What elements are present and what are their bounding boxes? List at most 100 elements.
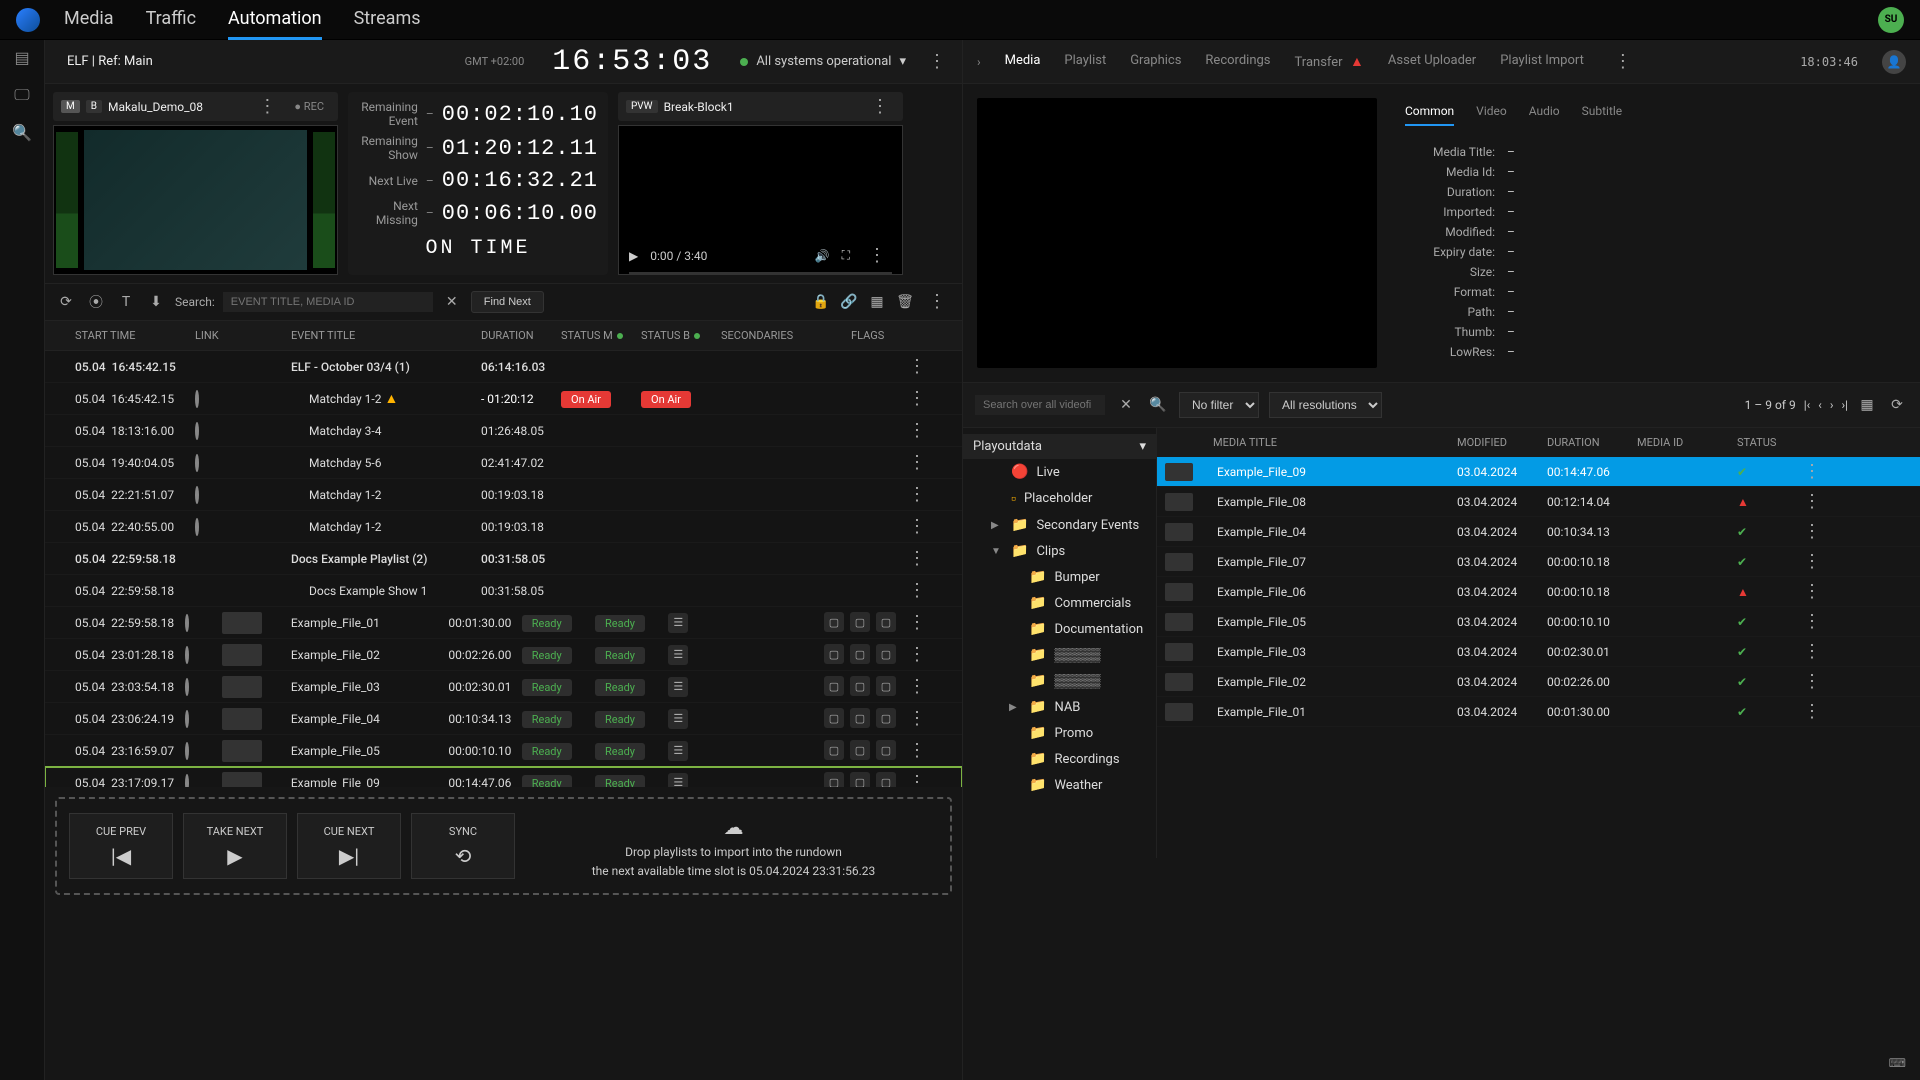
right-tab-recordings[interactable]: Recordings <box>1205 53 1270 70</box>
nav-automation[interactable]: Automation <box>228 0 322 40</box>
secondary-icon[interactable]: ☰ <box>668 645 688 665</box>
chevron-right-icon[interactable]: › <box>977 55 981 69</box>
secondary-icon[interactable]: ☰ <box>668 773 688 788</box>
media-row[interactable]: Example_File_0303.04.202400:02:30.01✔⋮ <box>1157 637 1920 667</box>
play-icon[interactable]: ▶ <box>629 249 638 263</box>
media-kebab[interactable]: ⋮ <box>1797 611 1827 632</box>
right-tab-transfer[interactable]: Transfer ▲ <box>1295 53 1364 70</box>
clear-media-search-icon[interactable]: ✕ <box>1115 394 1137 416</box>
row-kebab[interactable]: ⋮ <box>902 644 932 665</box>
row-kebab[interactable]: ⋮ <box>902 612 932 633</box>
action-icon-3[interactable]: ▢ <box>876 708 896 728</box>
media-kebab[interactable]: ⋮ <box>1797 701 1827 722</box>
meta-tab-subtitle[interactable]: Subtitle <box>1582 98 1623 126</box>
user-avatar[interactable]: SU <box>1878 7 1904 33</box>
tree-node[interactable]: 📁Promo <box>963 720 1156 746</box>
playlist-row[interactable]: 05.0423:16:59.07Example_File_05 00:00:10… <box>45 735 962 767</box>
page-next-icon[interactable]: › <box>1830 398 1834 412</box>
row-kebab[interactable]: ⋮ <box>902 356 932 377</box>
playlist-row[interactable]: 05.0423:03:54.18Example_File_03 00:02:30… <box>45 671 962 703</box>
media-kebab[interactable]: ⋮ <box>1797 671 1827 692</box>
playlist-row[interactable]: 05.0418:13:16.00Matchday 3-4 01:26:48.05… <box>45 415 962 447</box>
meta-tab-audio[interactable]: Audio <box>1529 98 1560 126</box>
fullscreen-icon[interactable]: ⛶ <box>842 248 850 263</box>
channel-kebab[interactable]: ⋮ <box>922 51 952 72</box>
keyboard-icon[interactable]: ⌨ <box>1889 1056 1906 1070</box>
media-kebab[interactable]: ⋮ <box>1797 551 1827 572</box>
app-logo[interactable] <box>16 8 40 32</box>
page-last-icon[interactable]: ›| <box>1841 398 1848 412</box>
action-icon-2[interactable]: ▢ <box>850 772 870 787</box>
meta-tab-video[interactable]: Video <box>1476 98 1507 126</box>
tree-node[interactable]: 📁▒▒▒▒▒ <box>963 668 1156 694</box>
system-status[interactable]: All systems operational ▾ <box>740 54 906 69</box>
playlist-row[interactable]: 05.0422:59:58.18Docs Example Show 1 00:3… <box>45 575 962 607</box>
tree-node[interactable]: 📁Weather <box>963 772 1156 798</box>
media-kebab[interactable]: ⋮ <box>1797 581 1827 602</box>
rec-button[interactable]: ● REC <box>288 100 330 113</box>
right-tab-graphics[interactable]: Graphics <box>1130 53 1181 70</box>
action-icon-3[interactable]: ▢ <box>876 772 896 787</box>
playlist-row[interactable]: 05.0419:40:04.05Matchday 5-6 02:41:47.02… <box>45 447 962 479</box>
row-kebab[interactable]: ⋮ <box>902 420 932 441</box>
playlist-row[interactable]: 05.0422:59:58.18Docs Example Playlist (2… <box>45 543 962 575</box>
right-tab-playlist[interactable]: Playlist <box>1064 53 1106 70</box>
action-icon-1[interactable]: ▢ <box>824 740 844 760</box>
take-next-button[interactable]: TAKE NEXT▶ <box>183 813 287 879</box>
volume-icon[interactable]: 🔊 <box>815 249 830 263</box>
playlist-row[interactable]: 05.0422:40:55.00Matchday 1-2 00:19:03.18… <box>45 511 962 543</box>
download-icon[interactable]: ⬇ <box>145 291 167 313</box>
grid-view-icon[interactable]: ▦ <box>1856 394 1878 416</box>
action-icon-2[interactable]: ▢ <box>850 612 870 632</box>
row-kebab[interactable]: ⋮ <box>902 516 932 537</box>
media-row[interactable]: Example_File_0703.04.202400:00:10.18✔⋮ <box>1157 547 1920 577</box>
target-icon[interactable]: ⦿ <box>85 291 107 313</box>
nav-media[interactable]: Media <box>64 0 114 40</box>
search-submit-icon[interactable]: 🔍 <box>1147 394 1169 416</box>
tree-node[interactable]: 📁Commercials <box>963 590 1156 616</box>
tree-node[interactable]: ▶📁NAB <box>963 694 1156 720</box>
action-icon-1[interactable]: ▢ <box>824 708 844 728</box>
sync-button[interactable]: SYNC⟲ <box>411 813 515 879</box>
tree-node[interactable]: ▼📁Clips <box>963 538 1156 564</box>
right-tab-asset-uploader[interactable]: Asset Uploader <box>1388 53 1476 70</box>
media-row[interactable]: Example_File_0803.04.202400:12:14.04▲⋮ <box>1157 487 1920 517</box>
row-kebab[interactable]: ⋮ <box>902 676 932 697</box>
user-icon[interactable]: 👤 <box>1882 50 1906 74</box>
action-icon-2[interactable]: ▢ <box>850 676 870 696</box>
nav-streams[interactable]: Streams <box>354 0 421 40</box>
action-icon-3[interactable]: ▢ <box>876 676 896 696</box>
action-icon-1[interactable]: ▢ <box>824 644 844 664</box>
preview-kebab[interactable]: ⋮ <box>865 96 895 117</box>
card-icon[interactable]: ▤ <box>14 48 29 67</box>
row-kebab[interactable]: ⋮ <box>902 580 932 601</box>
media-row[interactable]: Example_File_0403.04.202400:10:34.13✔⋮ <box>1157 517 1920 547</box>
secondary-icon[interactable]: ☰ <box>668 613 688 633</box>
progress-bar[interactable] <box>629 272 892 275</box>
playlist-row[interactable]: 05.0416:45:42.15Matchday 1-2 ▲- 01:20:12… <box>45 383 962 415</box>
trash-icon[interactable]: 🗑 <box>894 291 916 313</box>
preview-video[interactable]: ▶ 0:00 / 3:40 🔊 ⛶ ⋮ <box>618 125 903 275</box>
row-kebab[interactable]: ⋮ <box>902 388 932 409</box>
playlist-row[interactable]: 05.0423:01:28.18Example_File_02 00:02:26… <box>45 639 962 671</box>
program-video[interactable] <box>53 125 338 275</box>
page-first-icon[interactable]: |‹ <box>1804 398 1811 412</box>
action-icon-1[interactable]: ▢ <box>824 612 844 632</box>
row-kebab[interactable]: ⋮ <box>902 452 932 473</box>
meta-tab-common[interactable]: Common <box>1405 98 1454 126</box>
search-icon[interactable]: 🔍 <box>12 123 32 142</box>
media-row[interactable]: Example_File_0103.04.202400:01:30.00✔⋮ <box>1157 697 1920 727</box>
action-icon-3[interactable]: ▢ <box>876 644 896 664</box>
tree-node[interactable]: 📁▒▒▒▒▒ <box>963 642 1156 668</box>
lock-icon[interactable]: 🔒 <box>810 291 832 313</box>
link-icon[interactable]: 🔗 <box>838 291 860 313</box>
action-icon-2[interactable]: ▢ <box>850 708 870 728</box>
video-kebab[interactable]: ⋮ <box>862 245 892 266</box>
playlist-row[interactable]: 05.0422:21:51.07Matchday 1-2 00:19:03.18… <box>45 479 962 511</box>
row-kebab[interactable]: ⋮ <box>902 772 932 787</box>
secondary-icon[interactable]: ☰ <box>668 741 688 761</box>
refresh-icon[interactable]: ⟳ <box>55 291 77 313</box>
action-icon-1[interactable]: ▢ <box>824 772 844 787</box>
drop-zone[interactable]: CUE PREV|◀ TAKE NEXT▶ CUE NEXT▶| SYNC⟲ ☁… <box>55 797 952 895</box>
row-kebab[interactable]: ⋮ <box>902 548 932 569</box>
